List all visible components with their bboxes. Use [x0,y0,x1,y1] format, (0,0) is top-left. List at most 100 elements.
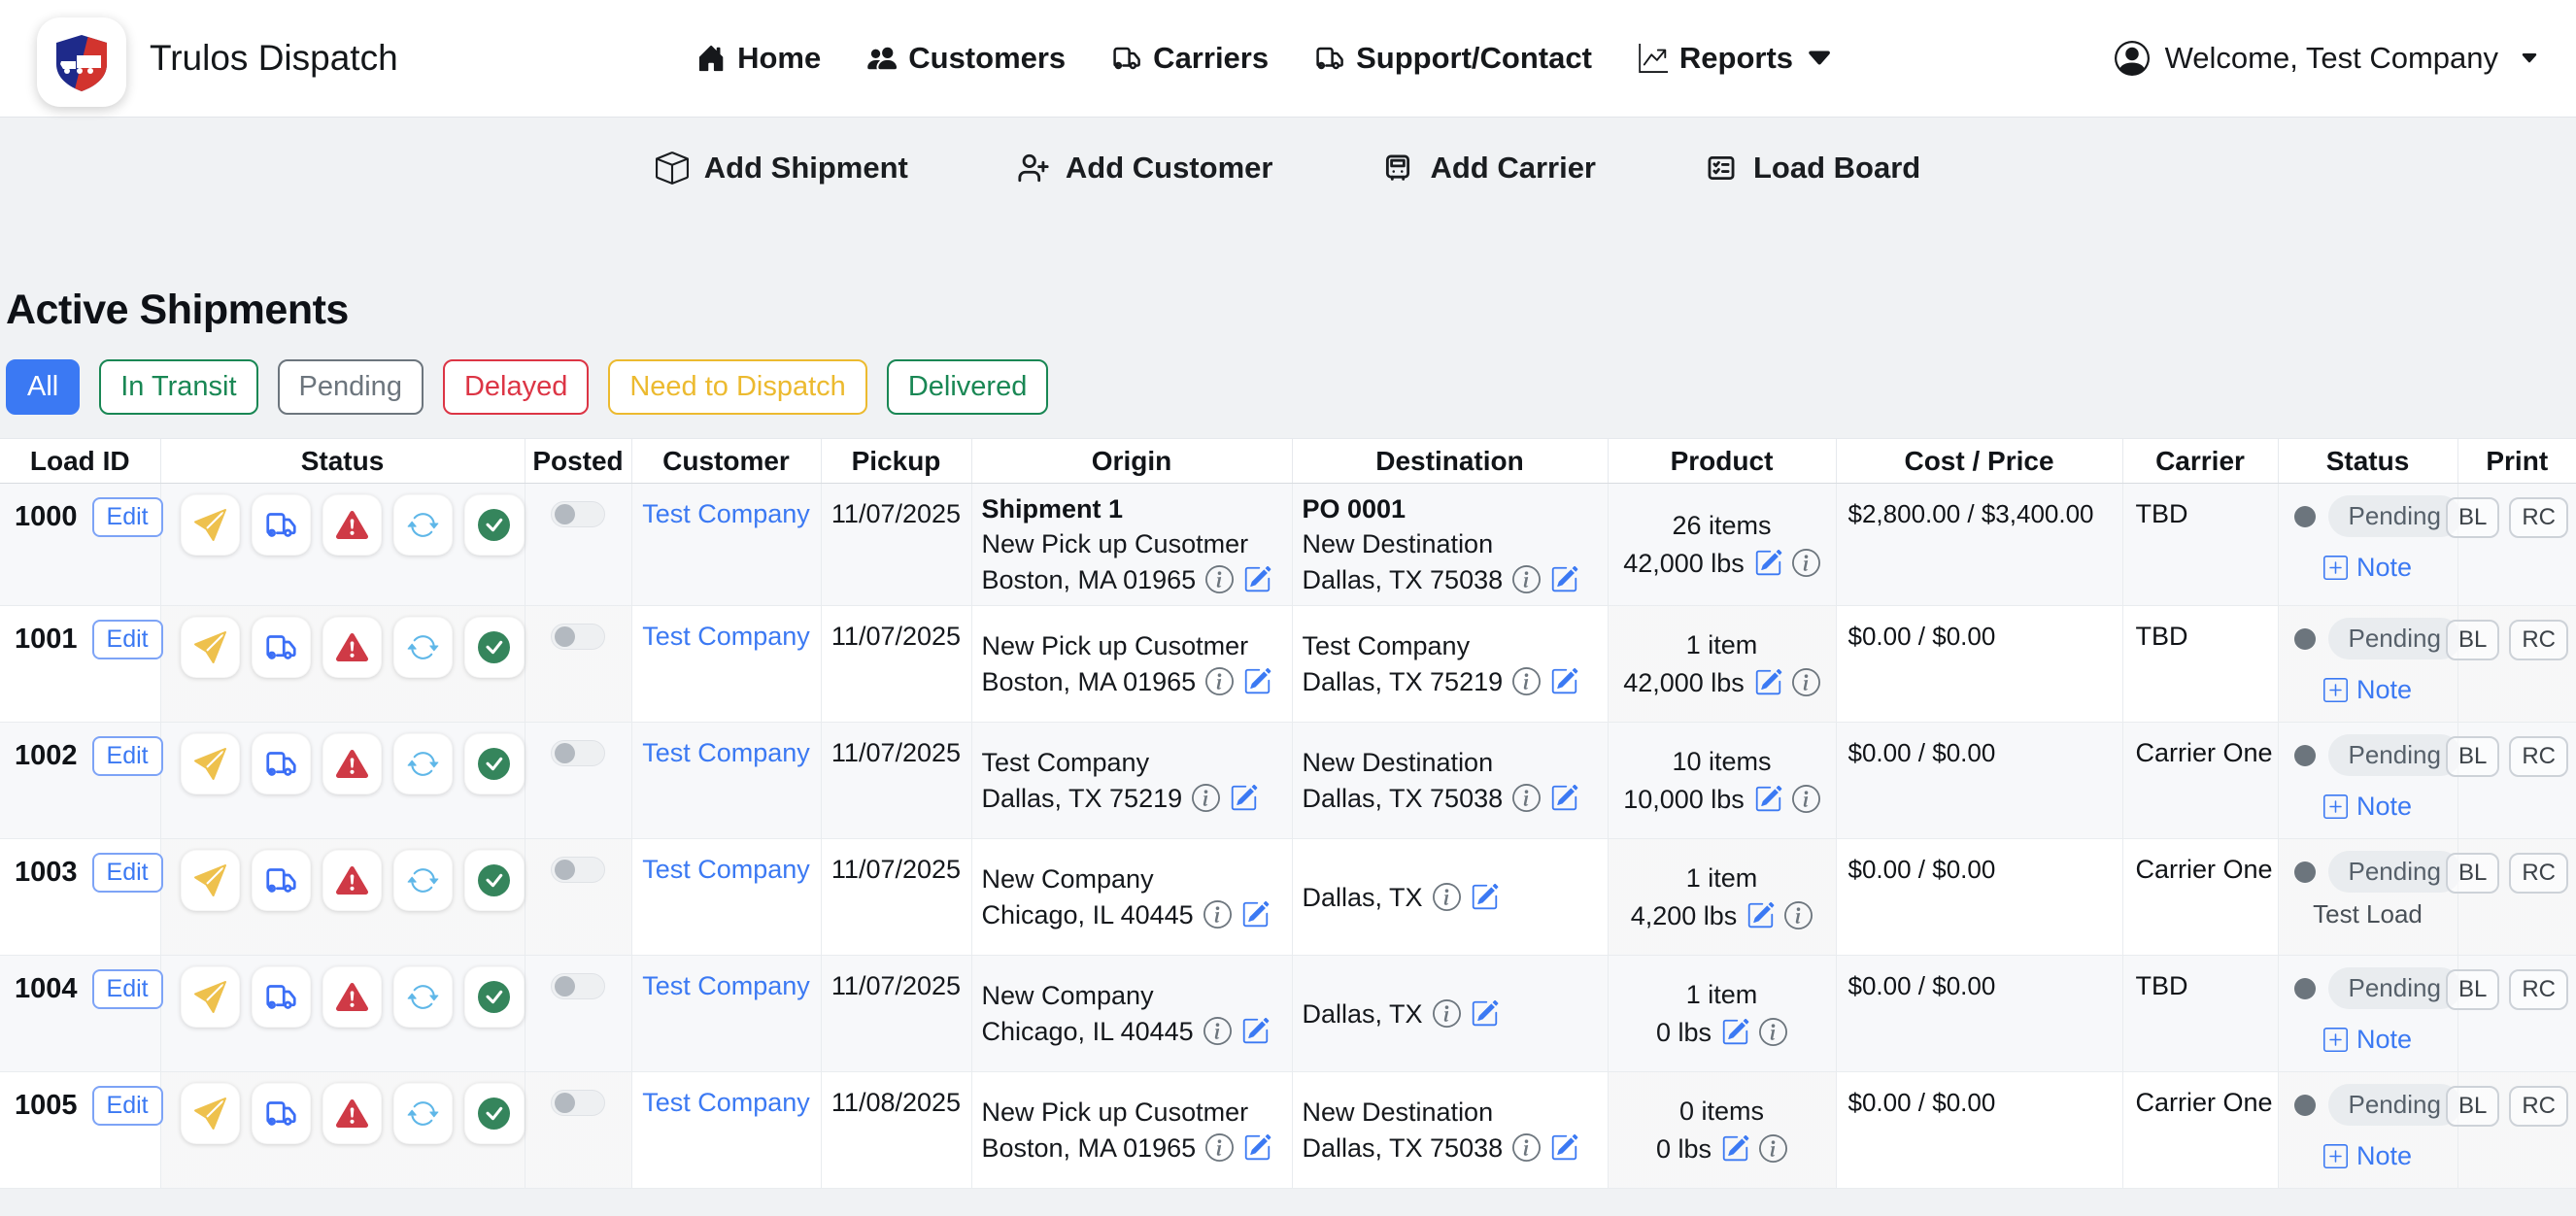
filter-delivered-button[interactable]: Delivered [887,359,1049,415]
status-refresh-button[interactable] [393,850,453,911]
status-transit-button[interactable] [252,733,311,794]
edit-pencil-icon[interactable] [1550,565,1578,593]
status-send-button[interactable] [181,617,240,678]
info-icon[interactable] [1759,1134,1787,1163]
user-menu[interactable]: Welcome, Test Company [2115,41,2539,76]
print-bl-button[interactable]: BL [2446,620,2499,660]
edit-pencil-icon[interactable] [1754,668,1782,696]
edit-pencil-icon[interactable] [1721,1018,1749,1046]
edit-pencil-icon[interactable] [1550,1133,1578,1162]
status-transit-button[interactable] [252,617,311,678]
edit-pencil-icon[interactable] [1754,785,1782,813]
customer-link[interactable]: Test Company [642,971,810,1000]
print-rc-button[interactable]: RC [2509,853,2568,894]
status-delayed-button[interactable] [322,966,382,1028]
print-rc-button[interactable]: RC [2509,736,2568,777]
add-note-link[interactable]: Note [2323,1025,2412,1055]
quick-action-load-board[interactable]: Load Board [1705,151,1920,186]
status-transit-button[interactable] [252,850,311,911]
info-icon[interactable] [1784,901,1813,929]
posted-toggle[interactable] [551,624,605,650]
info-icon[interactable] [1792,668,1820,696]
edit-pencil-icon[interactable] [1243,565,1271,593]
info-icon[interactable] [1792,549,1820,577]
status-delivered-button[interactable] [464,966,524,1028]
print-bl-button[interactable]: BL [2446,969,2499,1010]
info-icon[interactable] [1759,1018,1787,1046]
status-refresh-button[interactable] [393,1083,453,1144]
status-transit-button[interactable] [252,1083,311,1144]
edit-button[interactable]: Edit [92,969,163,1009]
info-icon[interactable] [1512,565,1541,593]
status-send-button[interactable] [181,966,240,1028]
info-icon[interactable] [1792,785,1820,813]
edit-pencil-icon[interactable] [1471,883,1499,911]
print-rc-button[interactable]: RC [2509,620,2568,660]
edit-pencil-icon[interactable] [1550,667,1578,695]
status-send-button[interactable] [181,1083,240,1144]
add-note-link[interactable]: Note [2323,1141,2412,1171]
nav-item-home[interactable]: Home [696,41,821,76]
edit-pencil-icon[interactable] [1746,901,1775,929]
status-delayed-button[interactable] [322,850,382,911]
status-delivered-button[interactable] [464,850,524,911]
customer-link[interactable]: Test Company [642,855,810,884]
info-icon[interactable] [1203,900,1232,929]
customer-link[interactable]: Test Company [642,738,810,767]
posted-toggle[interactable] [551,740,605,766]
edit-button[interactable]: Edit [92,1086,163,1126]
edit-pencil-icon[interactable] [1471,999,1499,1028]
status-send-button[interactable] [181,733,240,794]
posted-toggle[interactable] [551,857,605,883]
filter-all-button[interactable]: All [6,359,80,415]
print-rc-button[interactable]: RC [2509,969,2568,1010]
status-delivered-button[interactable] [464,494,524,556]
info-icon[interactable] [1433,883,1461,911]
status-refresh-button[interactable] [393,617,453,678]
info-icon[interactable] [1433,999,1461,1028]
status-delivered-button[interactable] [464,733,524,794]
edit-button[interactable]: Edit [92,736,163,776]
nav-item-carriers[interactable]: Carriers [1112,41,1269,76]
status-refresh-button[interactable] [393,494,453,556]
customer-link[interactable]: Test Company [642,622,810,651]
info-icon[interactable] [1205,1133,1234,1162]
edit-button[interactable]: Edit [92,853,163,893]
edit-button[interactable]: Edit [92,620,163,659]
customer-link[interactable]: Test Company [642,1088,810,1117]
status-delayed-button[interactable] [322,733,382,794]
info-icon[interactable] [1512,1133,1541,1162]
print-bl-button[interactable]: BL [2446,736,2499,777]
info-icon[interactable] [1192,784,1220,812]
status-delivered-button[interactable] [464,617,524,678]
filter-in-transit-button[interactable]: In Transit [99,359,257,415]
edit-pencil-icon[interactable] [1243,1133,1271,1162]
status-refresh-button[interactable] [393,966,453,1028]
status-delivered-button[interactable] [464,1083,524,1144]
edit-pencil-icon[interactable] [1721,1134,1749,1163]
add-note-link[interactable]: Note [2323,792,2412,822]
edit-pencil-icon[interactable] [1230,784,1258,812]
status-refresh-button[interactable] [393,733,453,794]
posted-toggle[interactable] [551,973,605,999]
print-bl-button[interactable]: BL [2446,497,2499,538]
edit-pencil-icon[interactable] [1243,667,1271,695]
status-delayed-button[interactable] [322,617,382,678]
info-icon[interactable] [1512,667,1541,695]
quick-action-add-shipment[interactable]: Add Shipment [656,151,908,186]
print-rc-button[interactable]: RC [2509,1086,2568,1127]
add-note-link[interactable]: Note [2323,675,2412,705]
add-note-link[interactable]: Note [2323,553,2412,583]
edit-pencil-icon[interactable] [1241,1017,1270,1045]
edit-pencil-icon[interactable] [1241,900,1270,929]
nav-item-support[interactable]: Support/Contact [1315,41,1592,76]
info-icon[interactable] [1205,565,1234,593]
status-transit-button[interactable] [252,966,311,1028]
print-rc-button[interactable]: RC [2509,497,2568,538]
info-icon[interactable] [1512,784,1541,812]
nav-item-customers[interactable]: Customers [867,41,1066,76]
customer-link[interactable]: Test Company [642,499,810,528]
status-send-button[interactable] [181,850,240,911]
info-icon[interactable] [1203,1017,1232,1045]
posted-toggle[interactable] [551,501,605,527]
